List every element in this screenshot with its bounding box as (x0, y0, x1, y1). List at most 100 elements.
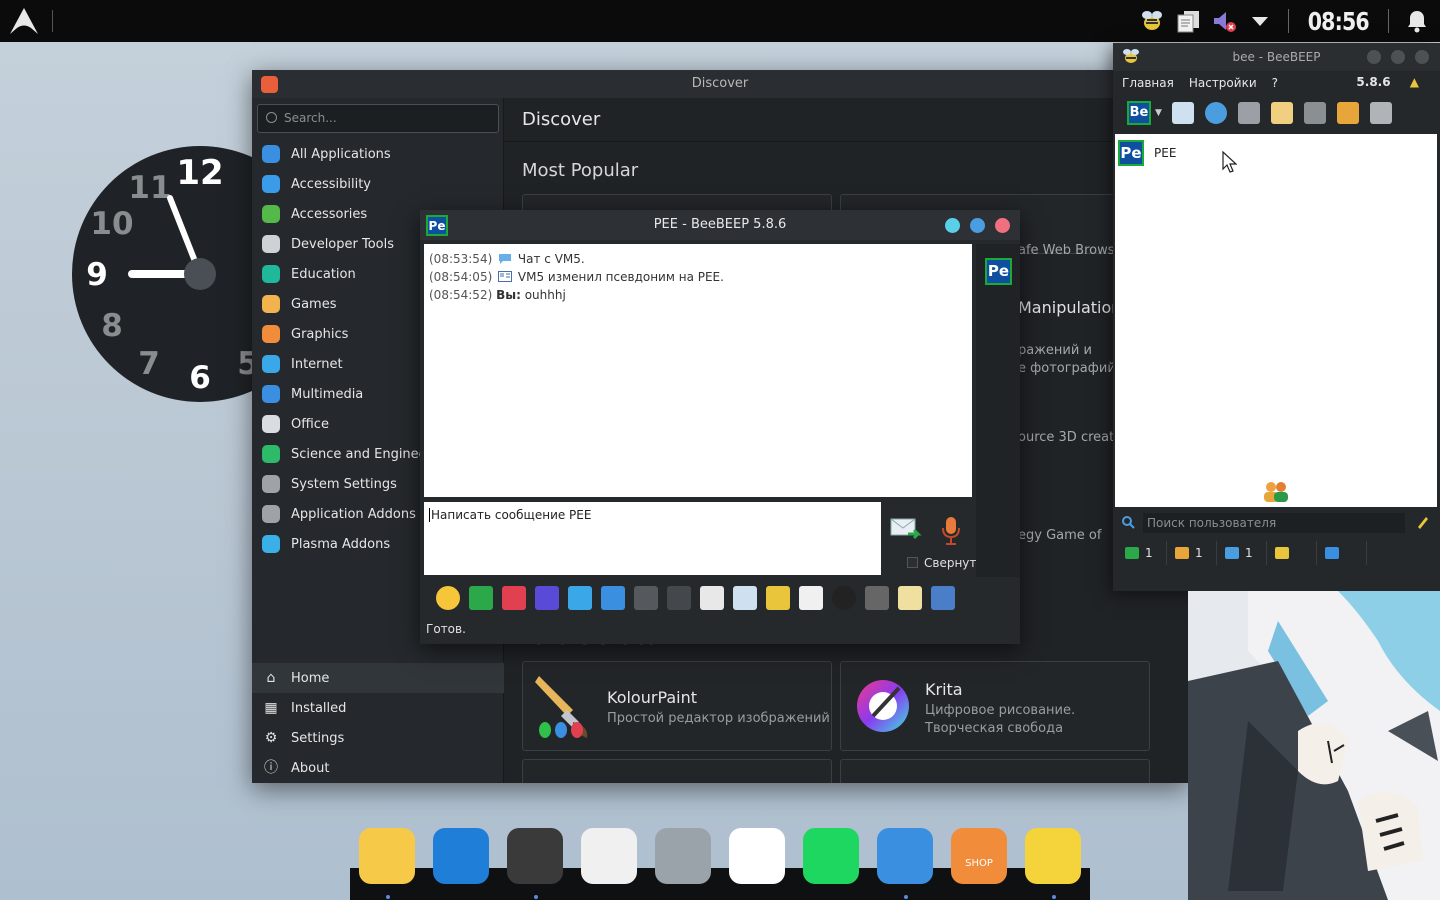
notifications-icon[interactable] (1402, 6, 1432, 36)
menu-main[interactable]: Главная (1122, 76, 1174, 90)
vscode-icon[interactable] (433, 828, 489, 884)
share-folder-icon[interactable] (766, 586, 790, 610)
tab-groups[interactable]: 1 (1167, 541, 1217, 565)
dropdown-icon[interactable] (1245, 6, 1275, 36)
group-icon[interactable] (1237, 102, 1260, 124)
window-icon[interactable] (931, 586, 955, 610)
groups-tab-icon (1175, 547, 1189, 559)
chats-tab-icon (1225, 547, 1239, 559)
category-icon (262, 205, 280, 223)
shop-icon[interactable]: SHOP (951, 828, 1007, 884)
network-icon[interactable] (1204, 102, 1227, 124)
beebeep-tray-icon[interactable] (1137, 6, 1167, 36)
settings-gears-icon[interactable] (601, 586, 625, 610)
filter-icon[interactable] (568, 586, 592, 610)
dock-running-indicator (904, 895, 908, 899)
chat-member-avatar[interactable]: Pe (985, 258, 1012, 285)
dictionary-icon[interactable] (667, 586, 691, 610)
text-color-icon[interactable] (502, 586, 526, 610)
chrome-icon[interactable] (729, 828, 785, 884)
files-icon[interactable] (359, 828, 415, 884)
card-title: Krita (925, 680, 963, 699)
arch-logo-icon[interactable] (8, 6, 40, 36)
file-sharing-icon[interactable] (1336, 102, 1359, 124)
nav-installed[interactable]: ▦ Installed (252, 693, 504, 723)
save-chat-icon[interactable] (733, 586, 757, 610)
category-icon (262, 235, 280, 253)
version-label: 5.8.6 ▲ (1356, 75, 1419, 89)
nav-label: Home (291, 670, 330, 686)
maximize-button[interactable] (1391, 50, 1405, 64)
discover-window-title: Discover (691, 76, 749, 91)
tab-files[interactable] (1317, 541, 1367, 565)
music-note-icon[interactable] (700, 586, 724, 610)
user-list-item[interactable]: Pe PEE (1118, 140, 1176, 166)
menu-help[interactable]: ? (1272, 76, 1278, 90)
nav-settings[interactable]: ⚙ Settings (252, 723, 504, 753)
app-card-editors-3[interactable] (522, 759, 832, 783)
font-icon[interactable] (535, 586, 559, 610)
chat-bubble-icon (499, 254, 512, 264)
search-input[interactable]: Search... (257, 104, 499, 133)
discover-titlebar[interactable]: Discover (252, 70, 1188, 98)
panel-separator (52, 10, 53, 32)
system-settings-icon[interactable] (655, 828, 711, 884)
workgroups-tab-icon (1275, 547, 1289, 559)
keyboard-icon[interactable] (865, 586, 889, 610)
tab-workgroups[interactable] (1267, 541, 1317, 565)
beebeep-icon[interactable] (1025, 828, 1081, 884)
collapse-checkbox[interactable] (907, 557, 918, 568)
code-icon[interactable] (799, 586, 823, 610)
new-message-icon[interactable] (1270, 102, 1293, 124)
category-icon (262, 265, 280, 283)
beebeep-titlebar[interactable]: bee - BeeBEEP (1113, 43, 1440, 71)
nav-home[interactable]: ⌂ Home (252, 663, 504, 693)
kolourpaint-icon (535, 676, 588, 738)
clipboard-icon[interactable] (1173, 6, 1203, 36)
beebeep-window: bee - BeeBEEP Главная Настройки ? 5.8.6 … (1113, 43, 1440, 591)
digital-clock[interactable]: 08:56 (1308, 7, 1370, 36)
menu-settings[interactable]: Настройки (1189, 76, 1257, 90)
page-title: Discover (504, 98, 1188, 142)
maximize-button[interactable] (970, 218, 985, 233)
collapse-toggle[interactable]: Свернуть (907, 556, 983, 570)
screenshot-icon[interactable] (832, 586, 856, 610)
app-card-editors-4[interactable] (840, 759, 1150, 783)
status-badge[interactable]: Be (1127, 101, 1151, 125)
discover-app-icon[interactable] (261, 76, 278, 93)
user-search-input[interactable]: Поиск пользователя (1143, 513, 1405, 533)
app-card-krita[interactable]: Krita Цифровое рисование. Творческая сво… (840, 661, 1150, 751)
tab-users[interactable]: 1 (1117, 541, 1167, 565)
microphone-icon[interactable] (940, 516, 962, 546)
dolphin-icon[interactable] (877, 828, 933, 884)
chat-message: (08:54:52) Вы: ouhhhj (429, 288, 566, 302)
tray-separator (1288, 9, 1290, 33)
volume-muted-icon[interactable] (1209, 6, 1239, 36)
chat-titlebar[interactable]: Pe PEE - BeeBEEP 5.8.6 (420, 210, 1020, 240)
plugins-icon[interactable] (1303, 102, 1326, 124)
close-button[interactable] (995, 218, 1010, 233)
send-file-icon[interactable] (469, 586, 493, 610)
app-card-kolourpaint[interactable]: KolourPaint Простой редактор изображений (522, 661, 832, 751)
tab-chats[interactable]: 1 (1217, 541, 1267, 565)
clear-search-icon[interactable] (1416, 515, 1430, 529)
nav-about[interactable]: ⓘ About (252, 753, 504, 783)
notes-icon[interactable] (898, 586, 922, 610)
close-button[interactable] (1415, 50, 1429, 64)
category-all-applications[interactable]: All Applications (252, 139, 504, 169)
trash-icon[interactable] (1369, 102, 1392, 124)
minimize-button[interactable] (1367, 50, 1381, 64)
category-accessibility[interactable]: Accessibility (252, 169, 504, 199)
emoticon-icon[interactable] (436, 586, 460, 610)
send-icon[interactable] (890, 516, 922, 542)
spotify-icon[interactable] (803, 828, 859, 884)
user-list: Pe PEE (1115, 134, 1437, 507)
chat-history[interactable]: (08:53:54) Чат с VM5. (08:54:05) VM5 изм… (424, 244, 972, 497)
message-input[interactable]: Написать сообщение PEE (424, 502, 881, 575)
terminal-icon[interactable] (507, 828, 563, 884)
status-dropdown-icon[interactable]: ▼ (1155, 108, 1162, 118)
spellcheck-icon[interactable] (634, 586, 658, 610)
minimize-button[interactable] (945, 218, 960, 233)
vcard-icon[interactable] (1171, 102, 1194, 124)
unknown-app-icon[interactable] (581, 828, 637, 884)
